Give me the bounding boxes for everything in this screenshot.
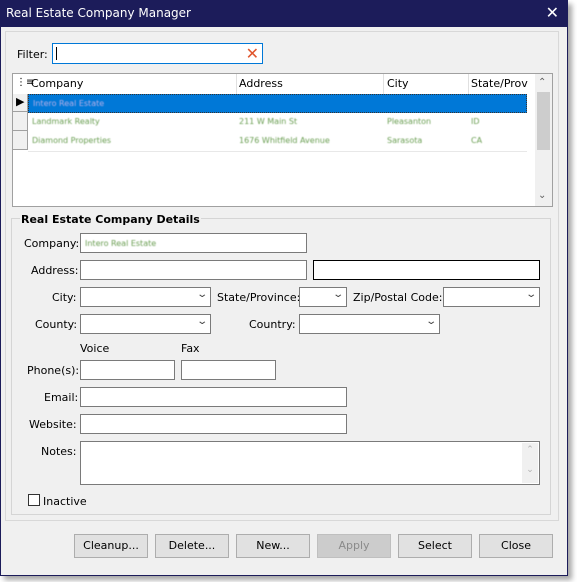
address-line1-field[interactable] xyxy=(80,260,307,280)
email-field[interactable] xyxy=(80,387,347,407)
cell-city: Sarasota xyxy=(387,136,423,145)
table-row[interactable]: Landmark Realty 211 W Main St Pleasanton… xyxy=(28,113,527,132)
column-separator[interactable] xyxy=(383,74,384,94)
company-field-value: Intero Real Estate xyxy=(85,239,157,248)
address-label: Address: xyxy=(31,264,79,277)
row-header[interactable]: ▶ xyxy=(13,94,28,112)
scroll-up-icon[interactable]: ⌃ xyxy=(522,445,538,455)
county-combobox[interactable]: ⌄ xyxy=(80,314,211,334)
scrollbar-thumb[interactable] xyxy=(537,92,550,150)
company-grid[interactable]: ⋮≡ Company Address City State/Prov ▶ Int… xyxy=(12,73,553,207)
close-icon[interactable]: ✕ xyxy=(546,4,559,22)
voice-label: Voice xyxy=(80,342,110,355)
filter-input[interactable]: ✕ xyxy=(52,43,263,64)
notes-scrollbar[interactable]: ⌃ ⌄ xyxy=(522,443,538,483)
scroll-up-icon[interactable]: ⌃ xyxy=(538,77,546,88)
notes-label: Notes: xyxy=(41,445,77,458)
cell-address: 1676 Whitfield Avenue xyxy=(239,136,330,145)
phones-label: Phone(s): xyxy=(27,364,80,377)
details-group-title: Real Estate Company Details xyxy=(20,213,201,226)
email-label: Email: xyxy=(44,391,79,404)
filter-label: Filter: xyxy=(17,48,48,61)
close-button[interactable]: Close xyxy=(479,534,553,558)
grid-vertical-scrollbar[interactable]: ⌃ ⌄ xyxy=(535,74,552,206)
chevron-down-icon[interactable]: ⌄ xyxy=(425,316,437,327)
clear-x-icon[interactable]: ✕ xyxy=(246,44,259,63)
apply-button[interactable]: Apply xyxy=(317,534,391,558)
chevron-down-icon[interactable]: ⌄ xyxy=(525,289,537,300)
table-row[interactable]: Diamond Properties 1676 Whitfield Avenue… xyxy=(28,132,527,152)
current-row-arrow-icon: ▶ xyxy=(16,95,25,108)
window-title: Real Estate Company Manager xyxy=(6,6,191,20)
cell-state: CA xyxy=(471,136,483,145)
website-label: Website: xyxy=(29,418,77,431)
column-separator[interactable] xyxy=(468,74,469,94)
fax-label: Fax xyxy=(181,342,200,355)
new-button[interactable]: New... xyxy=(236,534,310,558)
cell-company: Landmark Realty xyxy=(32,117,100,126)
country-combobox[interactable]: ⌄ xyxy=(299,314,440,334)
grid-header: ⋮≡ Company Address City State/Prov xyxy=(13,74,528,95)
country-label: Country: xyxy=(249,318,296,331)
chevron-down-icon[interactable]: ⌄ xyxy=(196,289,208,300)
zip-combobox[interactable]: ⌄ xyxy=(443,287,540,307)
select-button[interactable]: Select xyxy=(398,534,472,558)
row-header[interactable] xyxy=(13,131,28,150)
scroll-down-icon[interactable]: ⌄ xyxy=(538,190,546,201)
company-field[interactable]: Intero Real Estate xyxy=(80,233,307,253)
column-separator[interactable] xyxy=(236,74,237,94)
cleanup-button[interactable]: Cleanup... xyxy=(74,534,148,558)
address-line2-field[interactable] xyxy=(313,260,540,280)
cell-company: Diamond Properties xyxy=(32,136,112,145)
city-combobox[interactable]: ⌄ xyxy=(80,287,211,307)
cell-state: ID xyxy=(471,117,480,126)
state-label: State/Province: xyxy=(217,291,301,304)
email-input[interactable] xyxy=(81,388,346,406)
cell-address: 211 W Main St xyxy=(239,117,298,126)
fax-phone-input[interactable] xyxy=(182,361,275,379)
county-label: County: xyxy=(35,318,78,331)
column-header-address[interactable]: Address xyxy=(239,77,283,90)
inactive-checkbox[interactable] xyxy=(28,494,40,506)
voice-phone-input[interactable] xyxy=(81,361,174,379)
cell-company: Intero Real Estate xyxy=(33,99,105,108)
website-input[interactable] xyxy=(81,415,346,433)
notes-textarea[interactable]: ⌃ ⌄ xyxy=(80,441,540,485)
state-combobox[interactable]: ⌄ xyxy=(299,287,347,307)
address-line2-input[interactable] xyxy=(314,261,539,279)
row-header[interactable] xyxy=(13,112,28,131)
company-label: Company: xyxy=(24,237,80,250)
text-caret xyxy=(56,47,57,60)
chevron-down-icon[interactable]: ⌄ xyxy=(332,289,344,300)
column-header-city[interactable]: City xyxy=(387,77,409,90)
fax-phone-field[interactable] xyxy=(181,360,276,380)
column-header-state[interactable]: State/Prov xyxy=(471,77,528,90)
city-label: City: xyxy=(52,291,77,304)
website-field[interactable] xyxy=(80,414,347,434)
column-header-company[interactable]: Company xyxy=(31,77,83,90)
chevron-down-icon[interactable]: ⌄ xyxy=(196,316,208,327)
table-row[interactable]: Intero Real Estate xyxy=(28,94,527,113)
voice-phone-field[interactable] xyxy=(80,360,175,380)
address-line1-input[interactable] xyxy=(81,261,306,279)
title-bar[interactable]: Real Estate Company Manager ✕ xyxy=(1,1,567,27)
cell-city: Pleasanton xyxy=(387,117,432,126)
delete-button[interactable]: Delete... xyxy=(155,534,229,558)
inactive-label[interactable]: Inactive xyxy=(43,495,87,508)
scroll-down-icon[interactable]: ⌄ xyxy=(522,465,538,475)
zip-label: Zip/Postal Code: xyxy=(353,291,443,304)
